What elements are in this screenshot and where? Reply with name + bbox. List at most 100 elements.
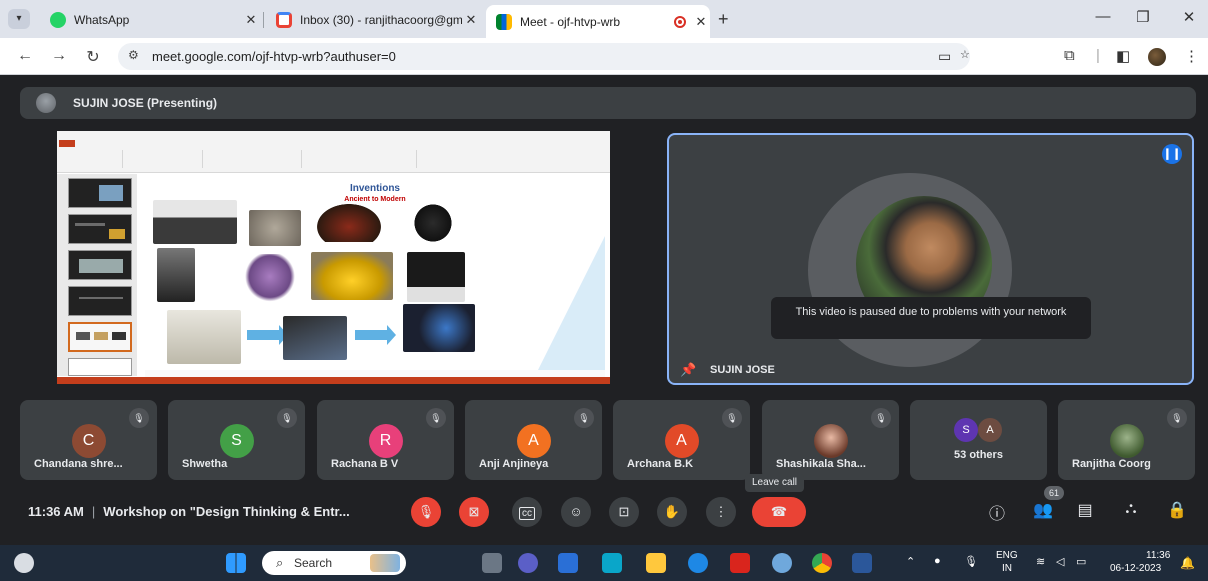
tab-whatsapp[interactable]: WhatsApp ✕: [40, 5, 260, 35]
hang-up-icon: ☎: [770, 504, 788, 519]
participant-name: Shashikala Sha...: [776, 458, 866, 470]
file-explorer-icon[interactable]: [646, 553, 666, 573]
new-tab-button[interactable]: +: [718, 9, 729, 30]
slide-thumbnail: [68, 358, 132, 376]
teams-icon[interactable]: [518, 553, 538, 573]
forward-button[interactable]: →: [48, 47, 70, 65]
tab-title: Meet - ojf-htvp-wrb: [520, 14, 621, 29]
close-icon[interactable]: ✕: [242, 12, 260, 28]
tab-title: Inbox (30) - ranjithacoorg@gm: [300, 13, 462, 27]
meeting-details-button[interactable]: ⓘ: [984, 500, 1010, 524]
leave-call-button[interactable]: ☎: [752, 497, 806, 527]
app-icon[interactable]: [602, 553, 622, 573]
close-icon[interactable]: ✕: [462, 12, 480, 28]
taskbar-search[interactable]: ⌕ Search: [262, 551, 406, 575]
old-computer-image: [167, 310, 241, 364]
office-icon[interactable]: [730, 553, 750, 573]
emoji-button[interactable]: ☺: [561, 497, 591, 527]
present-screen-icon: ⊡: [618, 504, 630, 519]
paused-video-notice: This video is paused due to problems wit…: [771, 297, 1091, 339]
weather-icon[interactable]: [14, 553, 34, 573]
star-icon[interactable]: ☆: [960, 48, 970, 61]
participant-tile[interactable]: 🎙 C Chandana shre...: [20, 400, 157, 480]
profile-avatar[interactable]: [1148, 48, 1166, 66]
restore-button[interactable]: ❐: [1128, 8, 1158, 26]
activities-button[interactable]: ⛬: [1118, 500, 1144, 518]
participant-tile[interactable]: 🎙 Shashikala Sha...: [762, 400, 899, 480]
captions-button[interactable]: cc: [512, 497, 542, 527]
back-button[interactable]: ←: [14, 47, 36, 65]
people-button[interactable]: 👥: [1030, 500, 1056, 520]
more-menu-icon[interactable]: ⋮: [1184, 47, 1199, 65]
mic-toggle-button[interactable]: 🎙: [411, 497, 441, 527]
pin-icon[interactable]: 📌: [680, 362, 696, 378]
tab-gmail[interactable]: Inbox (30) - ranjithacoorg@gm ✕: [266, 5, 480, 35]
ribbon-group: [153, 150, 203, 168]
present-button[interactable]: ⊡: [609, 497, 639, 527]
clock-time[interactable]: 11:36: [1146, 550, 1170, 561]
store-icon[interactable]: [558, 553, 578, 573]
wifi-icon[interactable]: ≋: [1036, 555, 1045, 568]
minimize-button[interactable]: —: [1088, 8, 1118, 25]
slide-canvas: Inventions Ancient to Modern: [145, 174, 605, 376]
others-count-label: 53 others: [954, 449, 1003, 461]
site-info-icon[interactable]: ⚙: [128, 48, 139, 62]
ribbon-group: [307, 150, 417, 168]
reload-button[interactable]: ↻: [82, 47, 104, 67]
close-icon[interactable]: ✕: [692, 14, 710, 30]
tray-app-icon[interactable]: ●: [934, 555, 941, 567]
participant-name: Shwetha: [182, 458, 228, 470]
participant-photo: [1109, 424, 1144, 458]
windows-start-icon[interactable]: [226, 553, 246, 573]
search-icon: ⌕: [276, 555, 284, 570]
extensions-icon[interactable]: ⧉: [1064, 47, 1075, 64]
camera-toggle-button[interactable]: ⊠: [459, 497, 489, 527]
participant-tile[interactable]: 🎙 S Shwetha: [168, 400, 305, 480]
tab-meet[interactable]: Meet - ojf-htvp-wrb ✕: [486, 5, 710, 38]
speaker-tile[interactable]: ❙❙ This video is paused due to problems …: [667, 133, 1194, 385]
volume-icon[interactable]: ◁: [1056, 555, 1064, 568]
participant-tile[interactable]: 🎙 A Archana B.K: [613, 400, 750, 480]
edge-icon[interactable]: [688, 553, 708, 573]
close-window-button[interactable]: ✕: [1174, 8, 1204, 26]
toolbar-divider: |: [1096, 47, 1100, 64]
battery-icon[interactable]: ▭: [1076, 555, 1086, 568]
others-tile[interactable]: S A 53 others: [910, 400, 1047, 480]
microphone-icon[interactable]: 🎙: [964, 555, 978, 568]
task-view-icon[interactable]: [482, 553, 502, 573]
tab-strip: ▾ WhatsApp ✕ Inbox (30) - ranjithacoorg@…: [0, 0, 1208, 38]
app-icon[interactable]: [772, 553, 792, 573]
participant-avatar: A: [516, 424, 551, 458]
more-options-button[interactable]: ⋮: [706, 497, 736, 527]
notification-bell-icon[interactable]: 🔔: [1180, 556, 1195, 570]
chat-button[interactable]: ▤: [1072, 500, 1098, 520]
participant-tile[interactable]: 🎙 A Anji Anjineya: [465, 400, 602, 480]
slide-thumbnail: [68, 178, 132, 208]
mic-off-icon: 🎙: [426, 408, 446, 428]
tab-search-button[interactable]: ▾: [8, 9, 30, 29]
word-icon[interactable]: [852, 553, 872, 573]
participant-tile[interactable]: 🎙 Ranjitha Coorg: [1058, 400, 1195, 480]
info-divider: |: [91, 504, 96, 519]
raise-hand-button[interactable]: ✋: [657, 497, 687, 527]
vintage-car-image: [317, 204, 381, 242]
ppt-ribbon: [57, 131, 610, 173]
slide-decoration: [535, 236, 605, 376]
side-panel-icon[interactable]: ◧: [1116, 47, 1130, 65]
mic-off-icon: 🎙: [417, 504, 435, 519]
activities-icon: ⛬: [1125, 500, 1137, 517]
host-controls-button[interactable]: 🔒: [1164, 500, 1190, 520]
camera-icon[interactable]: ▭: [938, 48, 951, 65]
participant-tile[interactable]: 🎙 R Rachana B V: [317, 400, 454, 480]
language-indicator[interactable]: ENG: [996, 550, 1018, 561]
clock-date[interactable]: 06-12-2023: [1110, 563, 1161, 574]
chrome-icon[interactable]: [812, 553, 832, 573]
chevron-up-icon[interactable]: ⌃: [906, 555, 915, 568]
search-highlight-icon: [370, 554, 400, 572]
wet-grinder-image: [239, 254, 301, 304]
taskbar: ⌕ Search ⌃ ● 🎙 ENG IN ≋ ◁ ▭ 11:36 06-12-…: [0, 545, 1208, 581]
shared-screen: Inventions Ancient to Modern: [57, 131, 610, 384]
omnibox[interactable]: ⚙ meet.google.com/ojf-htvp-wrb?authuser=…: [118, 43, 970, 70]
url-text[interactable]: meet.google.com/ojf-htvp-wrb?authuser=0: [152, 49, 396, 64]
mic-off-icon: 🎙: [722, 408, 742, 428]
